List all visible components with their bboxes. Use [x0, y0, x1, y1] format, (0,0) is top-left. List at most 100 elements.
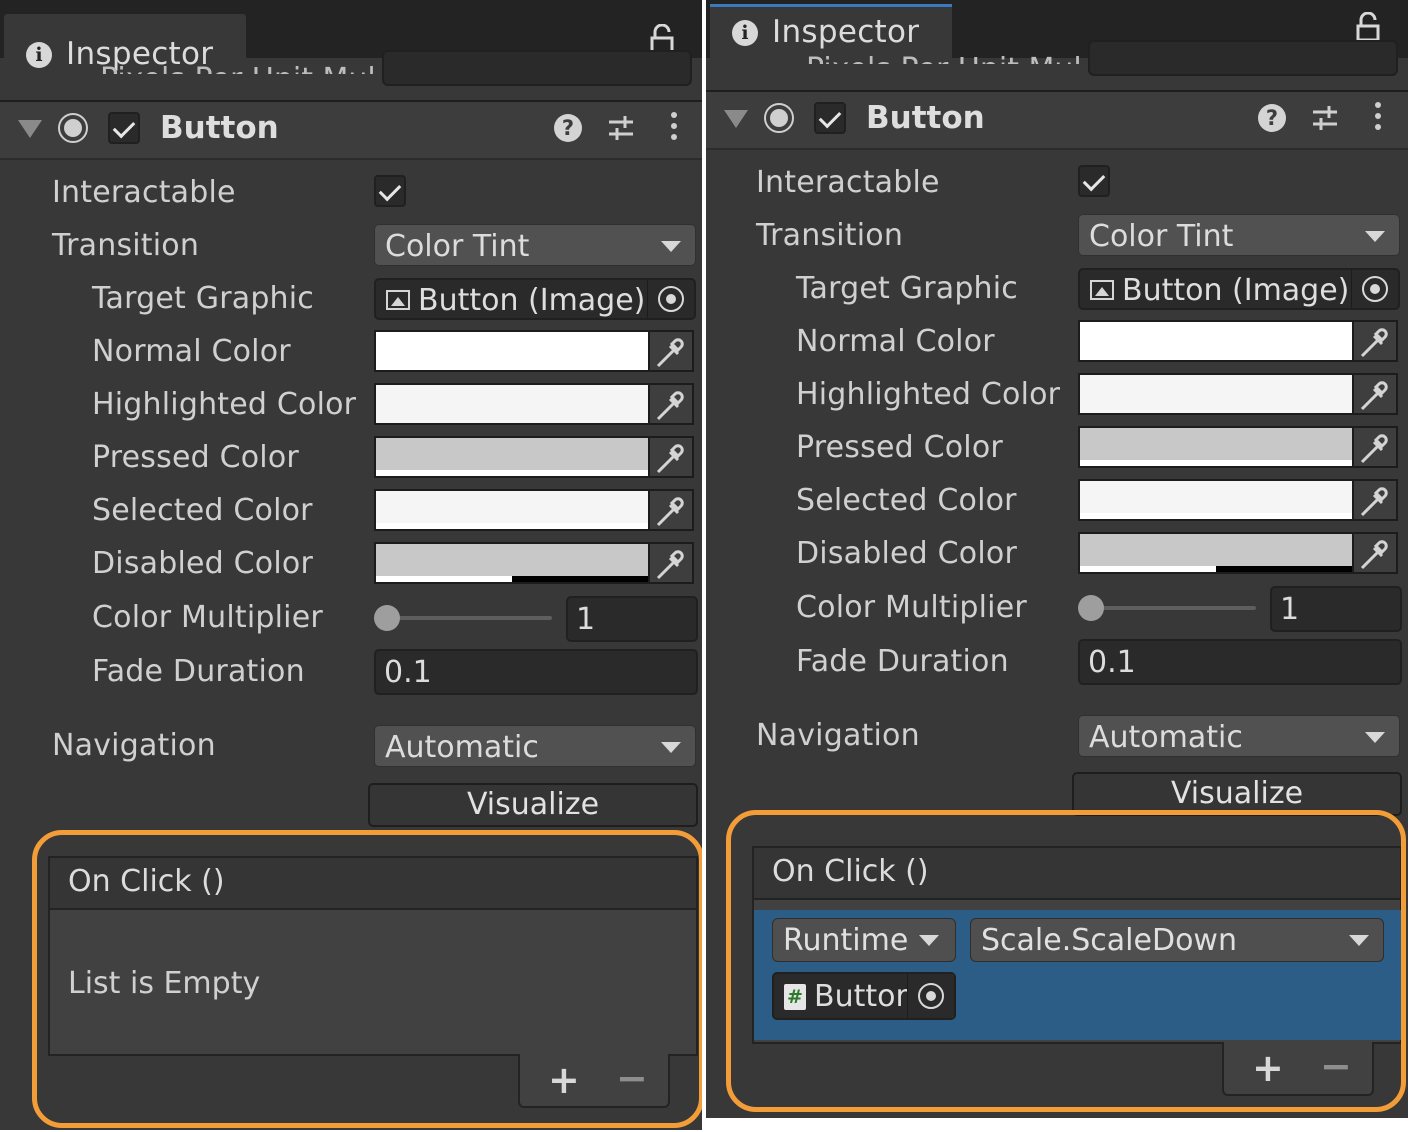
component-icon: [764, 103, 794, 133]
visualize-button[interactable]: Visualize: [368, 783, 698, 827]
selected-color-label: Selected Color: [796, 483, 1017, 518]
disabled-color-swatch[interactable]: [374, 542, 650, 584]
navigation-value: Automatic: [1089, 720, 1243, 755]
component-header[interactable]: Button ?: [706, 90, 1408, 150]
disabled-color-label: Disabled Color: [92, 546, 313, 581]
eyedropper-button[interactable]: [650, 489, 694, 531]
component-header[interactable]: Button ?: [0, 100, 702, 160]
selected-color-field[interactable]: [1078, 479, 1402, 525]
eyedropper-icon: [1360, 487, 1388, 517]
eyedropper-button[interactable]: [1354, 532, 1398, 574]
eyedropper-button[interactable]: [650, 330, 694, 372]
previous-field[interactable]: [1088, 40, 1398, 76]
eyedropper-button[interactable]: [650, 542, 694, 584]
alpha-remaining: [512, 576, 648, 582]
dropdown-arrow-icon: [661, 742, 681, 753]
foldout-arrow-icon[interactable]: [18, 120, 42, 138]
object-picker-icon: [1362, 276, 1388, 302]
eyedropper-button[interactable]: [1354, 373, 1398, 415]
color-multiplier-input[interactable]: 1: [1270, 586, 1402, 632]
normal-color-field[interactable]: [1078, 320, 1402, 366]
color-multiplier-label: Color Multiplier: [796, 590, 1027, 625]
previous-field[interactable]: [382, 50, 692, 86]
eyedropper-icon: [1360, 434, 1388, 464]
transition-dropdown[interactable]: Color Tint: [374, 224, 696, 266]
highlight-outline: [726, 810, 1406, 1112]
pressed-color-swatch[interactable]: [374, 436, 650, 478]
color-multiplier-slider[interactable]: [1084, 606, 1256, 610]
alpha-bar: [1080, 460, 1352, 466]
highlighted-color-field[interactable]: [1078, 373, 1402, 419]
pressed-color-label: Pressed Color: [796, 430, 1003, 465]
normal-color-label: Normal Color: [92, 334, 291, 369]
more-icon[interactable]: [1374, 102, 1382, 134]
fade-duration-input[interactable]: 0.1: [374, 649, 698, 695]
pressed-color-field[interactable]: [374, 436, 698, 482]
interactable-checkbox[interactable]: [1078, 165, 1110, 197]
target-graphic-value: Button (Image): [1122, 273, 1350, 308]
component-enabled-checkbox[interactable]: [108, 112, 140, 144]
alpha-bar: [376, 470, 648, 476]
selected-color-swatch[interactable]: [1078, 479, 1354, 521]
eyedropper-button[interactable]: [650, 436, 694, 478]
eyedropper-icon: [656, 444, 684, 474]
eyedropper-button[interactable]: [1354, 320, 1398, 362]
fade-duration-input[interactable]: 0.1: [1078, 639, 1402, 685]
disabled-color-field[interactable]: [1078, 532, 1402, 578]
fade-duration-value: 0.1: [384, 655, 432, 690]
dropdown-arrow-icon: [1365, 732, 1385, 743]
transition-dropdown[interactable]: Color Tint: [1078, 214, 1400, 256]
target-graphic-label: Target Graphic: [796, 271, 1018, 306]
pressed-color-field[interactable]: [1078, 426, 1402, 472]
object-picker-button[interactable]: [1351, 270, 1398, 308]
target-graphic-value: Button (Image): [418, 283, 646, 318]
foldout-arrow-icon[interactable]: [724, 110, 748, 128]
navigation-dropdown[interactable]: Automatic: [374, 725, 696, 767]
inspector-panel-with-entry: i Inspector Pixels Per Unit Mul Button ?…: [706, 0, 1408, 1118]
alpha-remaining: [1216, 566, 1352, 572]
navigation-dropdown[interactable]: Automatic: [1078, 715, 1400, 757]
help-icon[interactable]: ?: [1258, 104, 1286, 132]
transition-value: Color Tint: [385, 229, 530, 264]
presets-icon[interactable]: [607, 114, 635, 142]
color-multiplier-input[interactable]: 1: [566, 596, 698, 642]
transition-label: Transition: [756, 218, 904, 253]
disabled-color-label: Disabled Color: [796, 536, 1017, 571]
interactable-checkbox[interactable]: [374, 175, 406, 207]
component-title: Button: [160, 110, 279, 146]
disabled-color-swatch[interactable]: [1078, 532, 1354, 574]
component-enabled-checkbox[interactable]: [814, 102, 846, 134]
dropdown-arrow-icon: [1365, 231, 1385, 242]
presets-icon[interactable]: [1311, 104, 1339, 132]
help-icon[interactable]: ?: [554, 114, 582, 142]
highlighted-color-label: Highlighted Color: [92, 387, 357, 422]
highlighted-color-swatch[interactable]: [1078, 373, 1354, 415]
slider-thumb[interactable]: [374, 605, 400, 631]
slider-thumb[interactable]: [1078, 595, 1104, 621]
eyedropper-button[interactable]: [1354, 479, 1398, 521]
color-multiplier-slider[interactable]: [380, 616, 552, 620]
object-picker-button[interactable]: [647, 280, 694, 318]
alpha-bar: [376, 523, 648, 529]
pressed-color-swatch[interactable]: [1078, 426, 1354, 468]
normal-color-swatch[interactable]: [374, 330, 650, 372]
eyedropper-button[interactable]: [1354, 426, 1398, 468]
eyedropper-button[interactable]: [650, 383, 694, 425]
alpha-bar: [1080, 513, 1352, 519]
disabled-color-field[interactable]: [374, 542, 698, 588]
info-icon: i: [732, 20, 758, 46]
target-graphic-field[interactable]: Button (Image): [374, 278, 696, 320]
highlighted-color-swatch[interactable]: [374, 383, 650, 425]
selected-color-field[interactable]: [374, 489, 698, 535]
highlighted-color-field[interactable]: [374, 383, 698, 429]
target-graphic-field[interactable]: Button (Image): [1078, 268, 1400, 310]
selected-color-swatch[interactable]: [374, 489, 650, 531]
alpha-bar: [376, 576, 648, 582]
more-icon[interactable]: [670, 112, 678, 144]
normal-color-swatch[interactable]: [1078, 320, 1354, 362]
alpha-bar: [1080, 566, 1352, 572]
fade-duration-value: 0.1: [1088, 645, 1136, 680]
normal-color-field[interactable]: [374, 330, 698, 376]
lock-icon[interactable]: [1356, 12, 1380, 42]
pressed-color-label: Pressed Color: [92, 440, 299, 475]
